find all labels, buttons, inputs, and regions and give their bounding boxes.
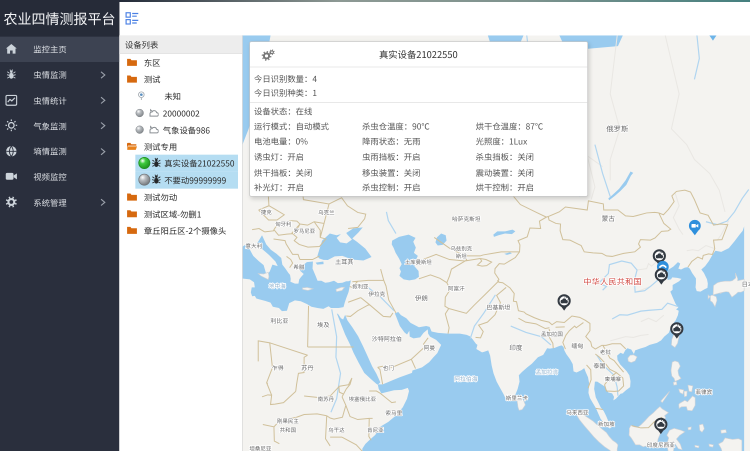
svg-text:罗马尼亚: 罗马尼亚	[294, 227, 316, 235]
svg-text:印度尼西亚: 印度尼西亚	[647, 441, 675, 449]
svg-text:乍得: 乍得	[272, 363, 284, 372]
svg-text:利比亚: 利比亚	[270, 316, 288, 325]
svg-text:坦桑尼亚: 坦桑尼亚	[249, 444, 272, 451]
svg-text:阿拉伯海: 阿拉伯海	[454, 374, 477, 383]
svg-text:日本: 日本	[742, 279, 750, 288]
svg-text:印度: 印度	[509, 342, 523, 352]
svg-text:意大利: 意大利	[246, 242, 263, 250]
svg-text:巴基斯坦: 巴基斯坦	[486, 302, 510, 311]
svg-text:阿富汗: 阿富汗	[448, 284, 465, 292]
svg-text:土库曼斯坦: 土库曼斯坦	[405, 258, 433, 266]
svg-text:新加坡: 新加坡	[598, 420, 615, 428]
svg-text:南苏丹: 南苏丹	[318, 395, 335, 403]
svg-text:斯里兰卡: 斯里兰卡	[506, 394, 529, 402]
svg-text:肯尼亚: 肯尼亚	[367, 426, 384, 434]
svg-text:菲律宾: 菲律宾	[696, 388, 713, 396]
svg-text:匈牙利: 匈牙利	[275, 220, 291, 228]
svg-text:乌干达: 乌干达	[328, 426, 345, 434]
svg-text:苏丹: 苏丹	[301, 363, 313, 372]
svg-text:捷克: 捷克	[261, 208, 272, 216]
svg-text:土耳其: 土耳其	[335, 257, 354, 266]
svg-text:马来西亚: 马来西亚	[566, 408, 589, 416]
svg-text:伊拉克: 伊拉克	[369, 290, 386, 298]
svg-text:刚果民主: 刚果民主	[277, 417, 300, 425]
svg-text:埃塞俄比亚: 埃塞俄比亚	[349, 395, 377, 403]
svg-text:柬埔寨: 柬埔寨	[605, 375, 622, 383]
svg-text:沙特阿拉伯: 沙特阿拉伯	[372, 334, 402, 343]
svg-text:也门: 也门	[383, 364, 395, 372]
svg-text:中华人民共和国: 中华人民共和国	[584, 276, 642, 287]
svg-text:斯坦: 斯坦	[456, 252, 467, 260]
svg-text:乌克兰: 乌克兰	[318, 208, 335, 216]
svg-text:哈萨克斯坦: 哈萨克斯坦	[452, 214, 481, 223]
svg-text:孟加拉国: 孟加拉国	[541, 330, 564, 338]
svg-text:阿曼: 阿曼	[424, 343, 436, 352]
svg-text:伊朗: 伊朗	[415, 293, 428, 302]
svg-text:孟加拉湾: 孟加拉湾	[536, 368, 559, 376]
svg-text:缅甸: 缅甸	[571, 341, 583, 350]
svg-text:埃及: 埃及	[317, 320, 329, 329]
svg-text:老挝: 老挝	[600, 348, 612, 356]
svg-text:共和国: 共和国	[280, 426, 297, 434]
svg-text:索马里: 索马里	[386, 409, 403, 417]
svg-text:蒙古: 蒙古	[602, 213, 616, 223]
svg-text:俄罗斯: 俄罗斯	[607, 124, 629, 134]
svg-text:泰国: 泰国	[593, 361, 605, 370]
svg-text:希腊: 希腊	[293, 263, 305, 271]
svg-text:叙利亚: 叙利亚	[352, 282, 369, 290]
svg-text:地中海: 地中海	[269, 282, 286, 290]
